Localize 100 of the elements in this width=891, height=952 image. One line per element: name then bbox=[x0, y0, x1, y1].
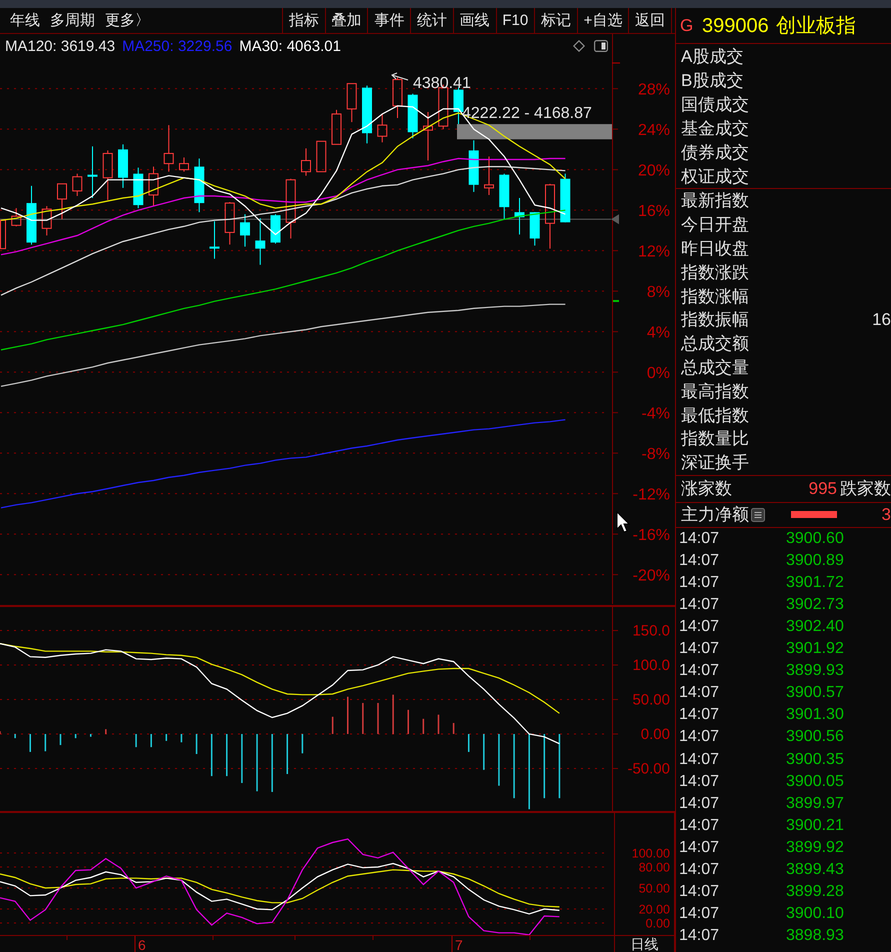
candlestick bbox=[26, 185, 36, 246]
toolbar-button[interactable]: 统计 bbox=[410, 8, 453, 33]
field-label: 深证换手 bbox=[681, 454, 749, 472]
tick-price: 3899.43 bbox=[786, 862, 844, 878]
panel-toggle-icon[interactable] bbox=[594, 40, 608, 52]
axis-label: 28% bbox=[638, 82, 670, 99]
tick-time: 14:07 bbox=[678, 774, 720, 790]
axis-label: 0.00 bbox=[646, 916, 670, 930]
axis-label: 8% bbox=[646, 284, 670, 302]
axis-label: 80.00 bbox=[638, 860, 670, 874]
field-label: A股成交 bbox=[681, 48, 744, 64]
candlestick bbox=[164, 124, 174, 172]
axis-label: -50.00 bbox=[627, 760, 670, 778]
date-label: 6 bbox=[138, 937, 146, 952]
tick-time: 14:07 bbox=[678, 752, 720, 768]
legend-label: MA120: 3619.43 bbox=[5, 38, 116, 54]
candlestick bbox=[88, 146, 98, 198]
candlestick bbox=[286, 178, 296, 239]
candlestick bbox=[102, 150, 113, 201]
field-label: 最低指数 bbox=[681, 406, 749, 424]
tick-time: 14:07 bbox=[678, 685, 720, 702]
candlestick bbox=[316, 140, 326, 172]
legend-label: MA30: 4063.01 bbox=[239, 38, 341, 54]
axis-label: -8% bbox=[642, 446, 670, 464]
candlestick bbox=[42, 206, 52, 236]
candlestick bbox=[224, 202, 235, 246]
field-label: 跌家数 bbox=[840, 480, 891, 498]
tick-price: 3899.97 bbox=[786, 796, 844, 812]
toolbar-tab[interactable]: 更多〉 bbox=[105, 13, 150, 28]
field-label: 国债成交 bbox=[681, 96, 749, 112]
diamond-icon[interactable] bbox=[573, 40, 585, 52]
candlestick bbox=[408, 93, 418, 139]
tick-price: 3901.92 bbox=[786, 641, 844, 658]
candlestick bbox=[148, 166, 158, 207]
tick-price: 3898.93 bbox=[786, 928, 844, 944]
candlestick bbox=[210, 220, 220, 260]
candlestick bbox=[57, 183, 67, 220]
axis-label: 50.00 bbox=[632, 692, 670, 709]
tick-time: 14:07 bbox=[678, 663, 720, 680]
candlestick bbox=[362, 85, 372, 144]
cursor-icon bbox=[616, 510, 630, 533]
field-label: 主力净额 bbox=[681, 506, 749, 524]
axis-label: 12% bbox=[638, 244, 670, 261]
field-label: 指数量比 bbox=[681, 430, 749, 448]
tick-price: 3899.92 bbox=[786, 840, 844, 856]
list-icon[interactable] bbox=[751, 508, 765, 522]
axis-label: 4% bbox=[646, 324, 670, 342]
axis-label: -20% bbox=[632, 568, 670, 585]
axis-label: 20.00 bbox=[638, 902, 670, 916]
toolbar-button[interactable]: +自选 bbox=[576, 8, 628, 33]
net-flow-bar bbox=[791, 511, 837, 518]
tick-price: 3900.05 bbox=[786, 774, 844, 790]
candlestick bbox=[270, 214, 280, 244]
toolbar-button[interactable]: 事件 bbox=[367, 8, 410, 33]
field-label: 总成交额 bbox=[681, 335, 749, 352]
toolbar-button[interactable]: 指标 bbox=[282, 8, 325, 33]
candlestick bbox=[468, 140, 479, 192]
toolbar-tab[interactable]: 多周期 bbox=[50, 13, 95, 28]
toolbar-button[interactable]: 画线 bbox=[452, 8, 496, 33]
tick-time: 14:07 bbox=[678, 641, 720, 658]
annotation-label: 4380.41 bbox=[413, 75, 471, 92]
axis-label: 100.00 bbox=[632, 846, 670, 860]
candlestick bbox=[346, 83, 357, 123]
tick-price: 3899.28 bbox=[786, 884, 844, 900]
tick-price: 3901.72 bbox=[786, 574, 844, 591]
candlestick bbox=[11, 208, 22, 227]
legend-label: MA250: 3229.56 bbox=[122, 38, 232, 54]
candlestick bbox=[118, 144, 128, 188]
candlestick bbox=[499, 173, 510, 220]
candlestick bbox=[530, 212, 540, 246]
candlestick bbox=[179, 157, 189, 172]
tick-time: 14:07 bbox=[678, 818, 720, 834]
tick-price: 3899.93 bbox=[786, 663, 844, 680]
toolbar-tab[interactable]: 年线 bbox=[10, 13, 40, 28]
tick-price: 3902.73 bbox=[786, 596, 844, 613]
advance-count: 995 bbox=[808, 480, 837, 498]
field-label: 总成交量 bbox=[681, 358, 749, 376]
tick-time: 14:07 bbox=[678, 618, 720, 635]
tick-time: 14:07 bbox=[678, 906, 720, 922]
field-label: 指数涨幅 bbox=[681, 288, 749, 305]
field-value: 3 bbox=[882, 506, 891, 524]
candlestick bbox=[484, 156, 494, 196]
toolbar-button[interactable]: 叠加 bbox=[324, 8, 368, 33]
axis-label: -12% bbox=[632, 486, 670, 504]
badge-letter: G bbox=[680, 17, 694, 34]
annotation-label: 4222.22 - 4168.87 bbox=[462, 105, 592, 122]
tick-time: 14:07 bbox=[678, 596, 720, 613]
toolbar-button[interactable]: 返回 bbox=[628, 8, 671, 33]
tick-price: 3900.89 bbox=[786, 552, 844, 569]
field-label: 指数振幅 bbox=[681, 311, 749, 328]
security-name: 创业板指 bbox=[776, 16, 856, 36]
axis-label: 100.0 bbox=[632, 657, 670, 674]
toolbar-button[interactable]: 标记 bbox=[534, 8, 577, 33]
field-label: 今日开盘 bbox=[681, 216, 749, 234]
candlestick bbox=[301, 148, 311, 176]
tick-time: 14:07 bbox=[678, 707, 720, 724]
toolbar-button[interactable]: F10 bbox=[496, 8, 534, 33]
axis-label: 20% bbox=[638, 162, 670, 180]
candlestick bbox=[423, 111, 433, 162]
candlestick bbox=[194, 158, 204, 213]
